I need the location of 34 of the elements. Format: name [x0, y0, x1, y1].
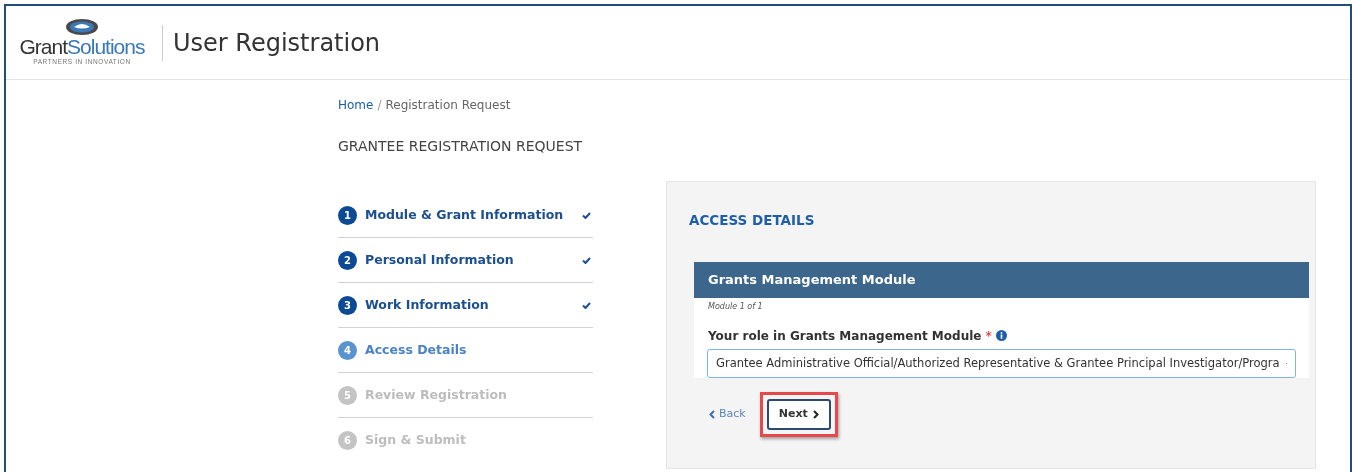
step-number: 2 — [338, 250, 357, 270]
back-link[interactable]: Back — [709, 406, 746, 423]
step-label: Work Information — [365, 295, 489, 314]
breadcrumb-link[interactable]: Home — [338, 98, 374, 112]
step-label: Access Details — [365, 340, 467, 359]
info-icon[interactable] — [995, 330, 1007, 342]
page-heading: User Registration — [173, 27, 381, 59]
step-label: Personal Information — [365, 250, 514, 269]
step-number: 3 — [338, 295, 357, 315]
breadcrumb-separator: / — [377, 98, 382, 112]
step-label: Review Registration — [365, 385, 507, 404]
step-item[interactable]: 2 Personal Information — [338, 238, 593, 283]
module-header: Grants Management Module — [694, 262, 1309, 298]
module-counter: Module 1 of 1 — [707, 300, 764, 313]
next-button[interactable]: Next — [766, 399, 831, 430]
step-number: 5 — [338, 385, 357, 405]
logo-icon — [65, 18, 99, 37]
chevron-right-icon — [812, 409, 819, 419]
step-item[interactable]: 1 Module & Grant Information — [338, 193, 593, 238]
step-item[interactable]: 4 Access Details — [338, 328, 593, 373]
breadcrumb-current: Registration Request — [385, 98, 511, 112]
chevron-left-icon — [709, 409, 715, 419]
step-number: 6 — [338, 431, 357, 450]
logo-text: GrantSolutions — [19, 36, 145, 58]
step-number: 1 — [338, 205, 357, 225]
role-select[interactable]: Grantee Administrative Official/Authorized Representative & Grantee Principal Investigator/Progra — [707, 348, 1296, 378]
step-label: Sign & Submit — [365, 431, 466, 450]
panel-title: ACCESS DETAILS — [689, 211, 816, 230]
step-number: 4 — [338, 340, 357, 360]
field-label: Your role in Grants Management Module — [708, 327, 982, 345]
step-item[interactable]: 3 Work Information — [338, 283, 593, 328]
required-mark: * — [985, 327, 992, 345]
section-title: GRANTEE REGISTRATION REQUEST — [338, 137, 584, 156]
step-label: Module & Grant Information — [365, 205, 564, 224]
